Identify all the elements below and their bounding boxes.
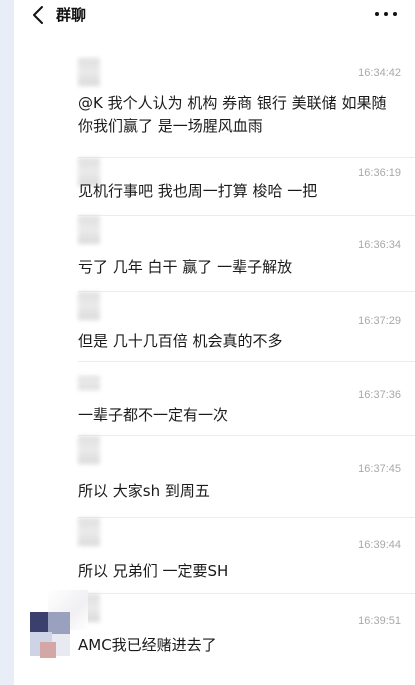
- message-timestamp: 16:36:34: [358, 239, 401, 251]
- chat-screen: 群聊 16:34:42 @K 我个人认为 机构 券商 银行 美联储 如果随你我们…: [0, 0, 415, 685]
- chevron-left-icon: [33, 6, 43, 24]
- message-text: 亏了 几年 白干 赢了 一辈子解放: [78, 258, 293, 276]
- message-text: AMC我已经赌进去了: [78, 636, 217, 654]
- back-button[interactable]: [28, 4, 50, 26]
- more-icon-dot: [384, 12, 388, 16]
- more-icon-dot: [375, 12, 379, 16]
- more-options-button[interactable]: [373, 4, 399, 22]
- sender-name-blurred: [78, 436, 100, 464]
- message-item[interactable]: 16:34:42 @K 我个人认为 机构 券商 银行 美联储 如果随你我们赢了 …: [0, 58, 415, 158]
- message-text: 所以 大家sh 到周五: [78, 482, 210, 500]
- message-timestamp: 16:39:51: [358, 615, 401, 627]
- sender-name-blurred: [78, 376, 100, 390]
- message-timestamp: 16:36:19: [358, 167, 401, 179]
- message-timestamp: 16:37:45: [358, 463, 401, 475]
- message-text: 一辈子都不一定有一次: [78, 406, 229, 424]
- message-timestamp: 16:37:29: [358, 315, 401, 327]
- message-text: 所以 兄弟们 一定要SH: [78, 562, 229, 580]
- sender-name-blurred: [78, 292, 100, 320]
- message-item[interactable]: 16:39:44 所以 兄弟们 一定要SH: [0, 518, 415, 594]
- sender-name-blurred: [78, 518, 100, 546]
- message-timestamp: 16:37:36: [358, 389, 401, 401]
- message-item[interactable]: 16:37:29 但是 几十几百倍 机会真的不多: [0, 292, 415, 362]
- message-timestamp: 16:34:42: [358, 67, 401, 79]
- avatar-tile: [40, 642, 56, 658]
- chat-title: 群聊: [56, 6, 87, 24]
- sender-name-blurred: [78, 216, 100, 244]
- message-text: @K 我个人认为 机构 券商 银行 美联储 如果随你我们赢了 是一场腥风血雨: [78, 94, 387, 135]
- message-text: 但是 几十几百倍 机会真的不多: [78, 332, 283, 350]
- message-item[interactable]: 16:36:19 见机行事吧 我也周一打算 梭哈 一把: [0, 158, 415, 216]
- more-icon-dot: [393, 12, 397, 16]
- message-item[interactable]: 16:37:45 所以 大家sh 到周五: [0, 436, 415, 518]
- sender-name-blurred: [78, 58, 100, 86]
- message-item[interactable]: 16:36:34 亏了 几年 白干 赢了 一辈子解放: [0, 216, 415, 292]
- message-text: 见机行事吧 我也周一打算 梭哈 一把: [78, 182, 318, 200]
- avatar-tile: [48, 612, 70, 634]
- message-list: 16:34:42 @K 我个人认为 机构 券商 银行 美联储 如果随你我们赢了 …: [0, 30, 415, 685]
- message-item[interactable]: 16:37:36 一辈子都不一定有一次: [0, 362, 415, 436]
- message-timestamp: 16:39:44: [358, 539, 401, 551]
- header-bar: 群聊: [14, 0, 415, 30]
- avatar[interactable]: [30, 612, 70, 658]
